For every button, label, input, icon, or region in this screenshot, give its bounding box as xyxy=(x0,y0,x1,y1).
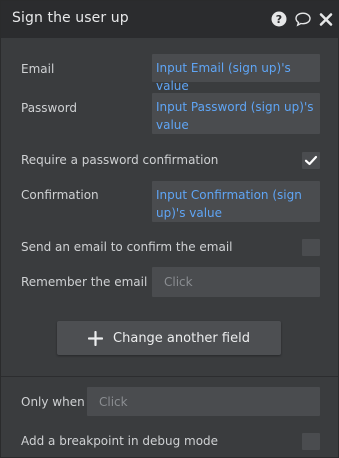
send-email-checkbox[interactable] xyxy=(302,239,320,256)
svg-text:?: ? xyxy=(276,13,282,26)
close-icon[interactable] xyxy=(319,10,333,28)
require-confirmation-checkbox[interactable] xyxy=(302,152,320,169)
remember-email-label: Remember the email xyxy=(21,275,148,289)
email-label: Email xyxy=(21,62,55,76)
require-confirmation-label: Require a password confirmation xyxy=(21,153,219,167)
send-email-label: Send an email to confirm the email xyxy=(21,240,233,254)
checkmark-icon xyxy=(304,155,318,166)
help-icon[interactable]: ? xyxy=(270,10,288,28)
password-field[interactable]: Input Password (sign up)'s value xyxy=(152,93,320,134)
comment-icon[interactable] xyxy=(294,10,312,28)
only-when-placeholder: Click xyxy=(99,395,128,409)
action-panel: Sign the user up ? Email Input Email (si… xyxy=(0,0,339,458)
confirmation-field[interactable]: Input Confirmation (sign up)'s value xyxy=(152,181,320,222)
only-when-field[interactable]: Click xyxy=(87,387,320,416)
password-value: Input Password (sign up)'s value xyxy=(156,100,314,132)
password-label: Password xyxy=(21,101,78,115)
panel-title: Sign the user up xyxy=(12,10,129,26)
change-another-field-label: Change another field xyxy=(113,330,250,346)
remember-email-placeholder: Click xyxy=(164,275,193,289)
breakpoint-checkbox[interactable] xyxy=(302,433,320,450)
confirmation-label: Confirmation xyxy=(21,188,99,202)
confirmation-value: Input Confirmation (sign up)'s value xyxy=(156,188,302,220)
change-another-field-button[interactable]: Change another field xyxy=(57,321,281,355)
remember-email-field[interactable]: Click xyxy=(152,267,320,297)
breakpoint-label: Add a breakpoint in debug mode xyxy=(21,434,219,448)
plus-icon xyxy=(88,330,104,346)
only-when-label: Only when xyxy=(21,395,85,409)
email-field[interactable]: Input Email (sign up)'s value xyxy=(152,54,320,93)
panel-header: Sign the user up ? xyxy=(1,1,338,38)
section-divider xyxy=(1,376,338,377)
